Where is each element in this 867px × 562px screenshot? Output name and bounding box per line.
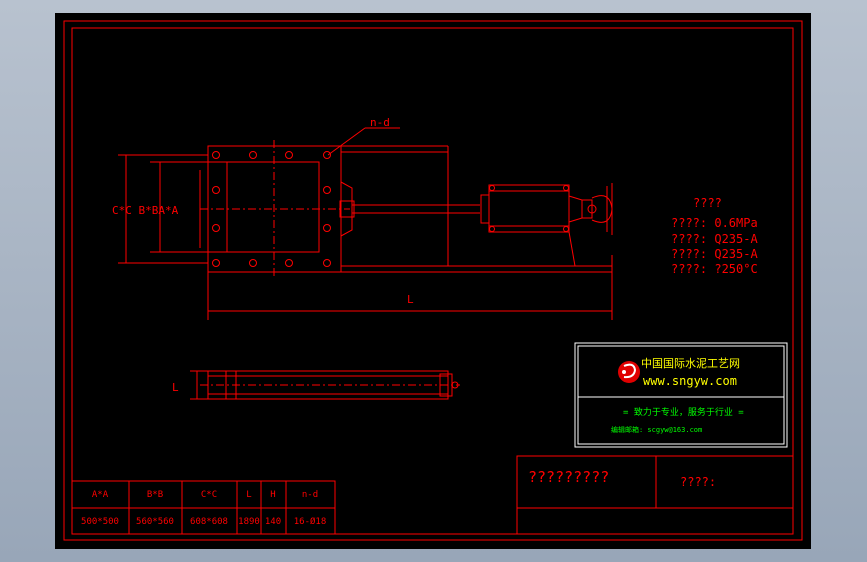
spec-temperature: ????: ?250°C [671,262,758,276]
drawing-sheet [55,13,811,549]
table-header-cc: C*C [201,490,217,500]
spec-heading: ???? [693,196,722,210]
spec-material-b: ????: Q235-A [671,247,758,261]
table-value-aa: 500*500 [81,517,119,527]
table-header-aa: A*A [92,490,109,500]
length-dimension-label: L [407,293,414,306]
table-value-l: 1890 [238,517,260,527]
table-header-h: H [270,490,275,500]
title-block-drawing-no: ????: [680,475,716,489]
cad-drawing-canvas: C*C B*BA*A n-d L L ???? ????: 0.6MPa ???… [55,13,811,549]
table-value-cc: 608*608 [190,517,228,527]
logo-company-name: 中国国际水泥工艺网 [641,357,740,370]
plan-dimension-label: L [172,381,179,394]
dimension-text-left: C*C B*BA*A [112,204,179,217]
logo-website: www.sngyw.com [643,374,737,388]
spec-material-a: ????: Q235-A [671,232,758,246]
title-block-drawing-title: ????????? [528,468,609,486]
table-value-bb: 560*560 [136,517,174,527]
logo-slogan: = 致力于专业，服务于行业 = [623,406,744,418]
table-header-nd: n-d [302,490,318,500]
nd-callout-label: n-d [370,116,390,129]
logo-contact: 编辑邮箱: scgyw@163.com [611,425,702,434]
table-header-l: L [246,490,251,500]
table-value-nd: 16-Ø18 [294,516,327,527]
spec-pressure: ????: 0.6MPa [671,216,758,230]
company-logo-icon [618,361,640,383]
table-header-bb: B*B [147,490,163,500]
table-value-h: 140 [265,517,281,527]
